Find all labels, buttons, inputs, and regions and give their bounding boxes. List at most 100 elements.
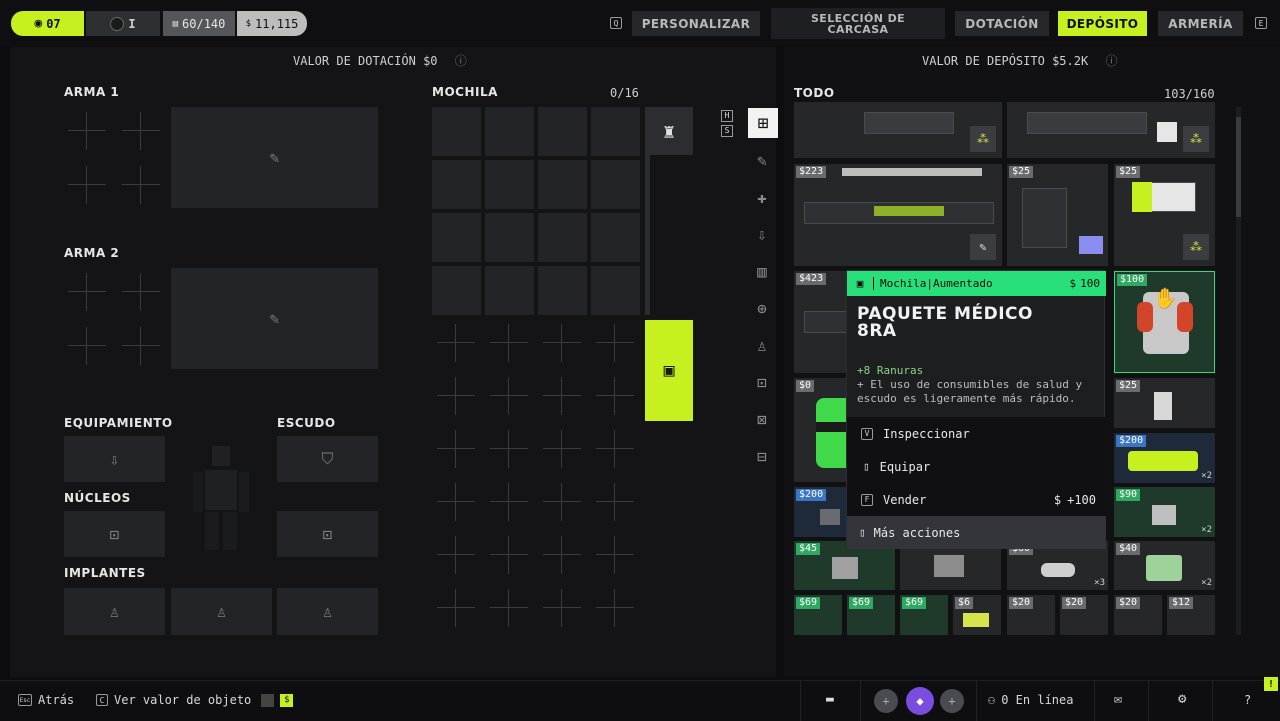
inventory-item[interactable]: $223 ✎ [794,164,1002,266]
inventory-item[interactable]: $20 [1007,595,1055,635]
player-avatar[interactable]: ◆ [906,687,934,715]
backpack-slot[interactable] [538,160,587,209]
tab-personalize[interactable]: PERSONALIZAR [632,11,760,36]
backpack-empty-slot[interactable] [596,589,634,627]
backpack-empty-slot[interactable] [437,483,475,521]
backpack-slot[interactable] [432,107,481,156]
core-slot[interactable]: ⊡ [64,511,165,557]
filter-equipment-icon[interactable]: ⇩ [748,220,776,248]
filter-implant-icon[interactable]: ♙ [748,331,776,359]
equip-action[interactable]: ▯ Equipar [847,450,1106,483]
backpack-empty-slot[interactable] [437,324,475,362]
add-party-button[interactable]: + [940,689,964,713]
backpack-empty-slot[interactable] [596,483,634,521]
backpack-slot[interactable] [432,213,481,262]
backpack-empty-slot[interactable] [596,324,634,362]
backpack-slot[interactable] [591,107,640,156]
info-icon[interactable]: ⓘ [1105,54,1117,68]
filter-weapons-icon[interactable]: ✎ [748,146,776,174]
backpack-slot[interactable] [485,160,534,209]
online-status[interactable]: ⚇ 0 En línea [988,693,1073,707]
backpack-empty-slot[interactable] [596,377,634,415]
backpack-character-tab[interactable]: ♜ [645,107,693,155]
tab-deposit[interactable]: DEPÓSITO [1058,11,1147,36]
backpack-slot-highlight[interactable]: ▣ [645,320,693,421]
backpack-slot[interactable] [485,213,534,262]
weapon2-mod-slot[interactable] [68,273,106,311]
backpack-slot[interactable] [538,266,587,315]
chat-icon[interactable]: ▬ [826,692,834,707]
backpack-empty-slot[interactable] [596,430,634,468]
equipment-slot[interactable]: ⇩ [64,436,165,482]
inventory-item[interactable]: $6 [953,595,1001,635]
inventory-item[interactable]: $12 [1167,595,1215,635]
inventory-item[interactable]: ⁂ [794,102,1002,158]
deposit-scroll-thumb[interactable] [1236,117,1241,217]
weapon1-mod-slot[interactable] [122,112,160,150]
weapon2-mod-slot[interactable] [122,273,160,311]
backpack-empty-slot[interactable] [543,377,581,415]
weapon2-mod-slot[interactable] [122,327,160,365]
inventory-item[interactable]: $25 [1007,164,1108,266]
backpack-empty-slot[interactable] [543,324,581,362]
add-party-button[interactable]: + [874,689,898,713]
inventory-item-selected[interactable]: $100 ✋ [1114,271,1215,373]
backpack-empty-slot[interactable] [437,536,475,574]
settings-icon[interactable]: ⚙ [1178,691,1186,707]
filter-misc-icon[interactable]: ⊟ [748,442,776,470]
inventory-item[interactable]: $200 ×2 [1114,433,1215,483]
inventory-item[interactable]: $25 ⁂ [1114,164,1215,266]
deposit-scrollbar[interactable] [1236,107,1241,635]
backpack-empty-slot[interactable] [543,483,581,521]
filter-chip-icon[interactable]: ⊕ [748,294,776,322]
weapon1-mod-slot[interactable] [68,112,106,150]
implant-slot[interactable]: ♙ [277,588,378,635]
back-button[interactable]: Esc Atrás [18,693,74,707]
core-slot[interactable]: ⊡ [277,511,378,557]
weapon1-slot[interactable]: ✎ [171,107,378,208]
inventory-item[interactable]: $69 [900,595,948,635]
backpack-empty-slot[interactable] [543,430,581,468]
backpack-empty-slot[interactable] [543,536,581,574]
tab-armory[interactable]: ARMERÍA [1158,11,1243,36]
inventory-item[interactable]: $20 [1114,595,1162,635]
backpack-slot[interactable] [485,266,534,315]
backpack-empty-slot[interactable] [490,324,528,362]
alert-icon[interactable]: ! [1264,677,1278,691]
backpack-empty-slot[interactable] [490,483,528,521]
backpack-slot[interactable] [591,266,640,315]
weapon1-mod-slot[interactable] [122,166,160,204]
backpack-slot[interactable] [538,107,587,156]
inventory-item[interactable]: $90 ×2 [1114,487,1215,537]
shield-slot[interactable]: ⛉ [277,436,378,482]
weapon2-mod-slot[interactable] [68,327,106,365]
filter-ammo-icon[interactable]: ▥ [748,257,776,285]
backpack-empty-slot[interactable] [437,589,475,627]
info-icon[interactable]: ⓘ [455,54,467,68]
backpack-empty-slot[interactable] [596,536,634,574]
implant-slot[interactable]: ♙ [171,588,272,635]
backpack-slot[interactable] [538,213,587,262]
backpack-slot[interactable] [591,213,640,262]
inventory-item[interactable]: $25 [1114,378,1215,428]
inventory-item[interactable]: ⁂ [1007,102,1215,158]
inventory-item[interactable]: $69 [794,595,842,635]
weapon2-slot[interactable]: ✎ [171,268,378,369]
implant-slot[interactable]: ♙ [64,588,165,635]
filter-core-icon[interactable]: ⊡ [748,368,776,396]
sell-action[interactable]: F Vender $ +100 [847,483,1106,516]
backpack-slot[interactable] [591,160,640,209]
more-actions[interactable]: ▯ Más acciones [847,516,1106,549]
tab-shell-selection[interactable]: SELECCIÓN DE CARCASA [771,8,945,39]
backpack-empty-slot[interactable] [490,377,528,415]
filter-consumables-icon[interactable]: ✚ [748,183,776,211]
backpack-slot[interactable] [432,266,481,315]
inventory-item[interactable]: $40 ×2 [1114,541,1215,590]
tab-loadout[interactable]: DOTACIÓN [955,11,1049,36]
backpack-empty-slot[interactable] [490,536,528,574]
filter-materials-icon[interactable]: ⊠ [748,405,776,433]
item-value-toggle[interactable]: C Ver valor de objeto $ [96,693,294,707]
filter-all-icon[interactable]: ⊞ [748,108,778,138]
inventory-item[interactable]: $69 [847,595,895,635]
inventory-item[interactable]: $20 [1060,595,1108,635]
